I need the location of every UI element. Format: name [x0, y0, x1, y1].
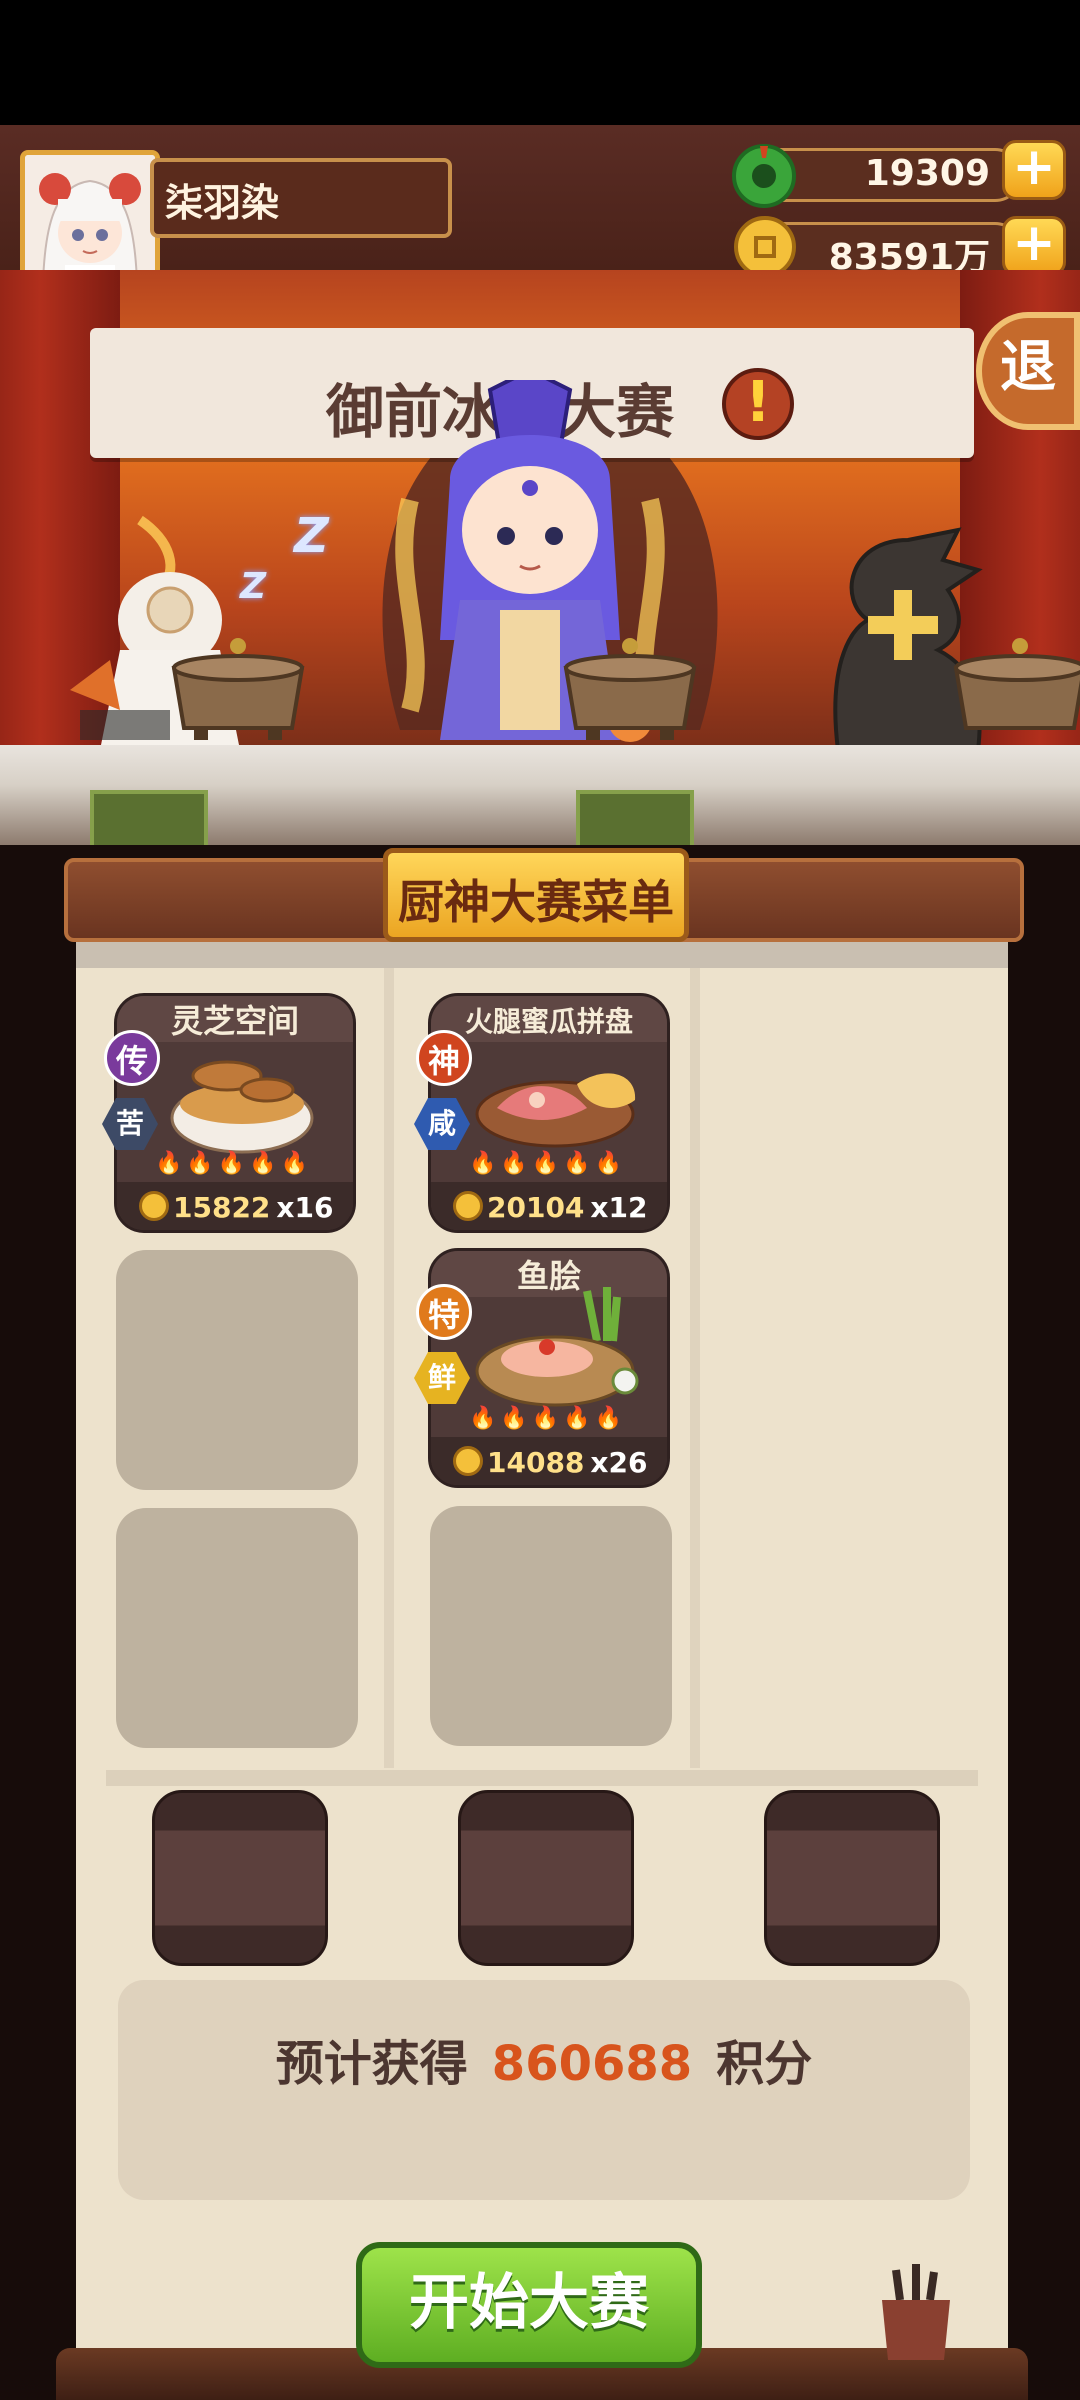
row-divider [106, 1770, 978, 1786]
info-alert-icon[interactable]: ! [722, 368, 794, 440]
dish-price: 14088 [487, 1446, 585, 1479]
score-estimate-line: 预计获得 860688 积分 [118, 2024, 970, 2094]
dish-name: 火腿蜜瓜拼盘 [464, 1005, 633, 1038]
player-name: 柒羽染 [165, 181, 280, 225]
ham-melon-platter-icon [475, 1073, 636, 1148]
heat-level-flames: 🔥🔥🔥🔥🔥 [469, 1151, 626, 1176]
lingzhi-dish-icon [170, 1060, 314, 1154]
menu-paper-shadow [76, 942, 1008, 968]
dish-card[interactable]: 火腿蜜瓜拼盘 🔥🔥🔥🔥🔥 20104 x12 [428, 993, 670, 1233]
score-value: 860688 [491, 2036, 693, 2092]
chef-slot[interactable] [152, 1790, 328, 1966]
chef-slot[interactable] [764, 1790, 940, 1966]
dish-name: 灵芝空间 [170, 1002, 299, 1040]
column-divider [384, 968, 394, 1768]
tier-badge: 传 [104, 1030, 160, 1086]
column-divider [690, 968, 700, 1768]
jade-amount: 19309 [864, 153, 990, 194]
empty-dish-slot[interactable] [430, 1506, 672, 1746]
dish-price-line: 15822 x16 [139, 1191, 333, 1224]
score-suffix: 积分 [716, 2036, 813, 2092]
fish-sashimi-icon [475, 1287, 639, 1407]
empty-dish-slot[interactable] [116, 1250, 358, 1490]
empty-dish-slot[interactable] [116, 1508, 358, 1748]
tier-badge: 特 [416, 1284, 472, 1340]
coin-icon [453, 1446, 483, 1476]
avatar-portrait-icon [25, 155, 155, 283]
incense-burner-icon [563, 638, 697, 740]
coin-icon [453, 1191, 483, 1221]
dish-price-line: 20104 x12 [453, 1191, 647, 1224]
incense-burner-icon [953, 638, 1080, 730]
incense-burner-icon [171, 638, 305, 740]
dish-price-line: 14088 x26 [453, 1446, 647, 1479]
player-avatar[interactable] [20, 150, 160, 288]
score-prefix: 预计获得 [275, 2036, 468, 2092]
heat-level-flames: 🔥🔥🔥🔥🔥 [469, 1406, 626, 1431]
dish-quantity: x16 [276, 1191, 334, 1224]
status-bar-area [0, 0, 1080, 125]
counter-leg [576, 790, 694, 850]
add-jade-button[interactable]: + [1002, 140, 1066, 200]
start-contest-button[interactable]: 开始大赛 [356, 2242, 702, 2368]
utensil-jar-icon [882, 2264, 950, 2360]
sleep-z-large: Z [294, 508, 329, 564]
dish-price: 15822 [173, 1191, 271, 1224]
coin-icon [139, 1191, 169, 1221]
counter-leg [90, 790, 208, 850]
dish-quantity: x12 [590, 1191, 648, 1224]
menu-title: 厨神大赛菜单 [398, 875, 674, 929]
dish-quantity: x26 [590, 1446, 648, 1479]
exit-button[interactable]: 退 [976, 312, 1080, 430]
dish-price: 20104 [487, 1191, 585, 1224]
heat-level-flames: 🔥🔥🔥🔥🔥 [155, 1151, 312, 1176]
chef-slot[interactable] [458, 1790, 634, 1966]
add-coin-button[interactable]: + [1002, 216, 1066, 276]
tier-badge: 神 [416, 1030, 472, 1086]
